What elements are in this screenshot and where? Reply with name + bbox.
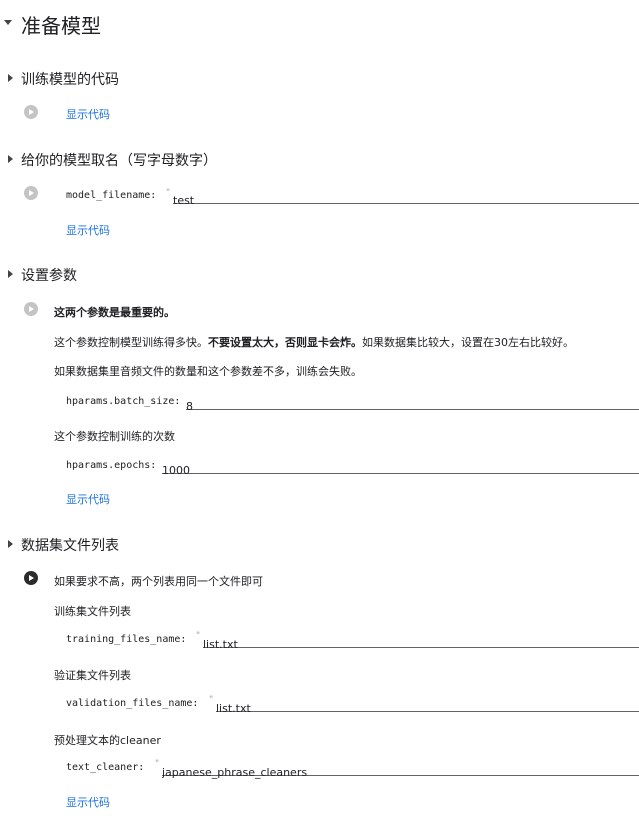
section-title-training-code: 训练模型的代码 xyxy=(21,72,119,88)
expand-caret-icon[interactable] xyxy=(8,74,13,82)
expand-caret-icon[interactable] xyxy=(8,270,13,278)
params-desc-1-warning: 不要设置太大，否则显卡会炸。 xyxy=(208,336,362,349)
expand-caret-icon[interactable] xyxy=(8,540,13,548)
model-filename-input[interactable] xyxy=(173,193,639,208)
section-title-params: 设置参数 xyxy=(21,268,77,284)
validation-files-name-label: validation_files_name: xyxy=(66,698,199,709)
model-filename-field[interactable] xyxy=(173,189,639,208)
cleaner-desc: 预处理文本的cleaner xyxy=(54,734,161,747)
params-desc-1-post: 如果数据集比较大，设置在30左右比较好。 xyxy=(362,336,574,349)
show-code-link[interactable]: 显示代码 xyxy=(66,222,110,238)
model-filename-label: model_filename: xyxy=(66,190,157,201)
train-files-desc: 训练集文件列表 xyxy=(54,605,131,618)
show-code-link[interactable]: 显示代码 xyxy=(66,491,110,507)
params-desc-1: 这个参数控制模型训练得多快。不要设置太大，否则显卡会炸。如果数据集比较大，设置在… xyxy=(54,334,574,350)
run-cell-icon[interactable] xyxy=(24,571,38,585)
epochs-desc: 这个参数控制训练的次数 xyxy=(54,430,175,443)
validation-files-name-field[interactable] xyxy=(216,697,639,716)
epochs-field[interactable] xyxy=(162,459,639,478)
training-files-name-input[interactable] xyxy=(203,637,639,652)
show-code-link[interactable]: 显示代码 xyxy=(66,106,110,122)
epochs-label: hparams.epochs: xyxy=(66,460,157,471)
collapse-caret-icon[interactable] xyxy=(4,20,12,25)
text-cleaner-label: text_cleaner: xyxy=(66,762,145,773)
params-desc-2: 如果数据集里音频文件的数量和这个参数差不多，训练会失败。 xyxy=(54,365,362,378)
run-cell-icon[interactable] xyxy=(24,105,38,119)
params-note: 这两个参数是最重要的。 xyxy=(54,306,175,319)
training-files-name-label: training_files_name: xyxy=(66,634,187,645)
text-cleaner-field[interactable] xyxy=(162,761,639,780)
validation-files-name-input[interactable] xyxy=(216,701,639,716)
show-code-link[interactable]: 显示代码 xyxy=(66,794,110,810)
string-quote-icon: " xyxy=(209,695,214,705)
run-cell-icon[interactable] xyxy=(24,302,38,316)
batch-size-field[interactable] xyxy=(186,395,639,414)
section-title-model-name: 给你的模型取名（写字母数字） xyxy=(21,153,217,169)
training-files-name-field[interactable] xyxy=(203,633,639,652)
params-desc-1-pre: 这个参数控制模型训练得多快。 xyxy=(54,336,208,349)
dataset-note: 如果要求不高，两个列表用同一个文件即可 xyxy=(54,575,263,588)
batch-size-label: hparams.batch_size: xyxy=(66,396,181,407)
string-quote-icon: " xyxy=(196,631,201,641)
expand-caret-icon[interactable] xyxy=(8,155,13,163)
val-files-desc: 验证集文件列表 xyxy=(54,669,131,682)
epochs-input[interactable] xyxy=(162,463,639,478)
run-cell-icon[interactable] xyxy=(24,186,38,200)
string-quote-icon: " xyxy=(155,759,160,769)
section-title-prepare-model: 准备模型 xyxy=(21,14,101,38)
string-quote-icon: " xyxy=(166,188,171,198)
text-cleaner-input[interactable] xyxy=(162,765,639,780)
section-title-dataset: 数据集文件列表 xyxy=(21,538,119,554)
batch-size-input[interactable] xyxy=(186,399,639,414)
